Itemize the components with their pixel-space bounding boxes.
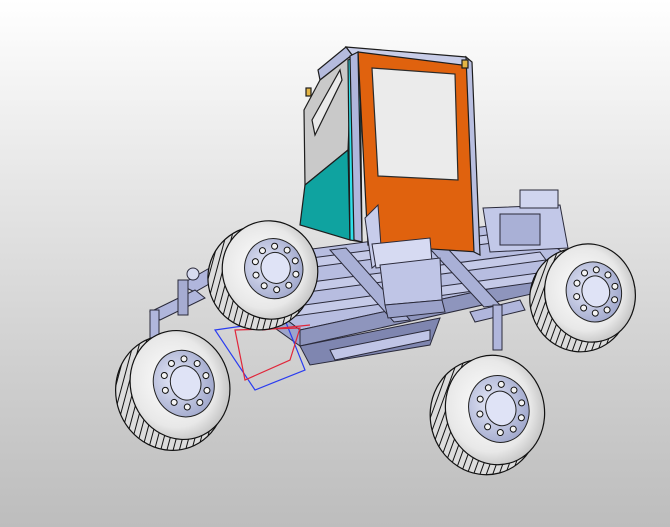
wheel-rear-lower — [429, 354, 546, 476]
cad-viewport[interactable]: X Z — [0, 0, 670, 527]
operator-cab — [299, 46, 481, 256]
wheel-front-lower — [115, 329, 231, 452]
vehicle-3d-model[interactable]: X Z — [0, 0, 670, 527]
